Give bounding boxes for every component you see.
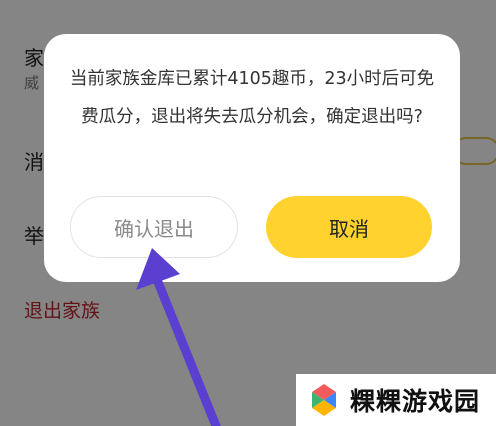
watermark: 粿粿游戏园: [296, 374, 496, 426]
watermark-text: 粿粿游戏园: [350, 387, 481, 416]
colorful-s-logo-icon: [312, 384, 336, 416]
annotation-arrow-icon: [136, 248, 221, 426]
